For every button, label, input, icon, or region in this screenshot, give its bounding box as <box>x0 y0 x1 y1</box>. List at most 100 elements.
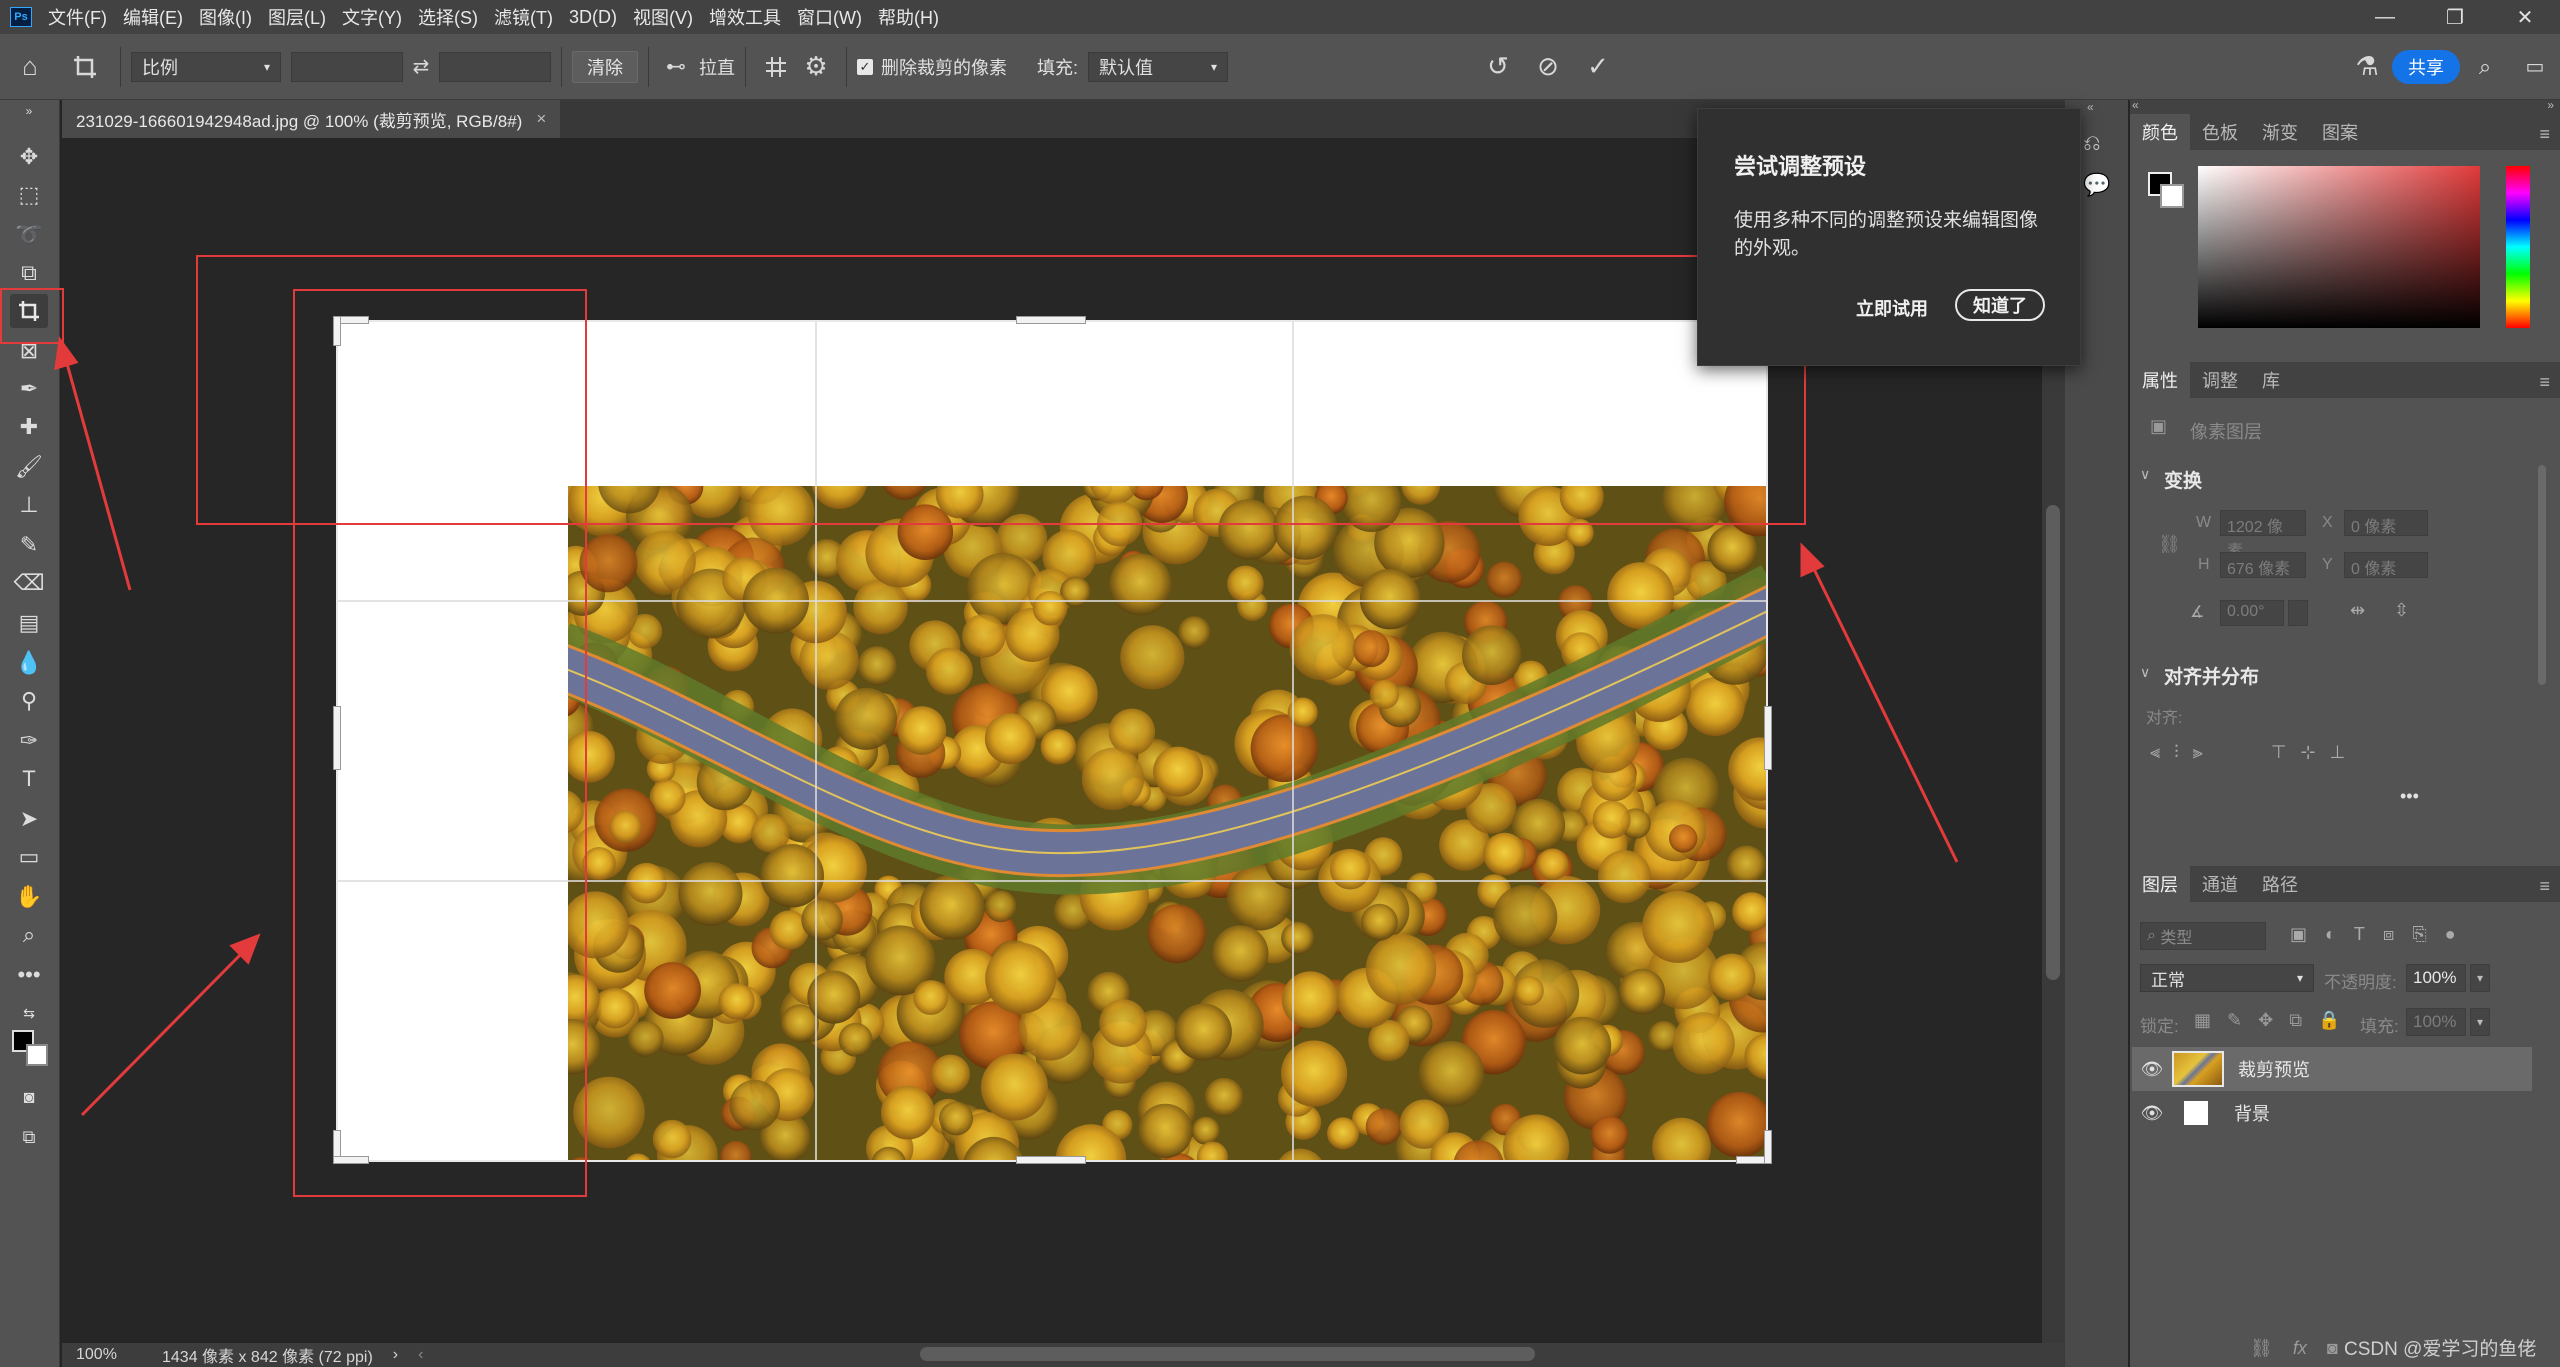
height-field[interactable]: 676 像素 <box>2220 552 2306 578</box>
layers-panel-tabs: 图层 通道 路径 ≡ <box>2130 866 2560 902</box>
lock-pixels-icon[interactable]: ✎ <box>2227 1010 2242 1031</box>
popup-body: 使用多种不同的调整预设来编辑图像的外观。 <box>1734 210 2039 259</box>
annotation-arrow <box>80 948 247 1117</box>
hue-slider[interactable] <box>2506 166 2530 328</box>
annotation-arrow-head <box>1800 542 1825 578</box>
panel-collapse-bar[interactable]: « » <box>2130 98 2560 114</box>
blend-mode-select[interactable]: 正常 ▾ <box>2140 964 2314 992</box>
vertical-scrollbar-thumb[interactable] <box>2046 505 2060 980</box>
document-info: 1434 像素 x 842 像素 (72 ppi) <box>162 1349 373 1366</box>
chevron-down-icon[interactable]: ∨ <box>2140 664 2150 681</box>
tab-channels[interactable]: 通道 <box>2190 866 2250 902</box>
collapse-strip-icon[interactable]: « <box>2087 100 2094 114</box>
annotation-arrow <box>1810 564 1959 863</box>
angle-field[interactable]: 0.00° <box>2220 600 2284 626</box>
align-center-h-icon[interactable]: ⫶ <box>2174 742 2179 763</box>
scroll-left-icon[interactable]: ‹ <box>418 1346 423 1364</box>
annotation-arrow-head <box>54 336 79 371</box>
color-panel-tabs: 颜色 色板 渐变 图案 ≡ <box>2130 114 2560 150</box>
layer-name[interactable]: 背景 <box>2234 1100 2270 1126</box>
tab-patterns[interactable]: 图案 <box>2310 114 2370 150</box>
width-field[interactable]: 1202 像素 <box>2220 510 2306 560</box>
horizontal-scrollbar-thumb[interactable] <box>920 1347 1535 1361</box>
layer-filter-type: 类型 <box>2160 930 2193 947</box>
align-top-icon[interactable]: ⊤ <box>2271 742 2287 763</box>
opacity-field[interactable]: 100% <box>2406 964 2466 992</box>
lock-position-icon[interactable]: ✥ <box>2258 1010 2273 1031</box>
opacity-label: 不透明度: <box>2324 973 2397 992</box>
search-icon: ⌕ <box>2147 927 2161 944</box>
tab-swatches[interactable]: 色板 <box>2190 114 2250 150</box>
filter-type-icon[interactable]: T <box>2354 924 2365 945</box>
align-distribute-header[interactable]: 对齐并分布 <box>2164 662 2259 689</box>
panel-menu-icon[interactable]: ≡ <box>2539 372 2550 393</box>
tab-layers[interactable]: 图层 <box>2130 866 2190 902</box>
x-field[interactable]: 0 像素 <box>2344 510 2428 536</box>
properties-scrollbar[interactable] <box>2538 465 2546 685</box>
collapse-panels-icon[interactable]: « <box>2132 98 2139 112</box>
tab-color[interactable]: 颜色 <box>2130 114 2190 150</box>
tab-paths[interactable]: 路径 <box>2250 866 2310 902</box>
filter-adjustment-icon[interactable]: ◐ <box>2325 924 2336 945</box>
align-center-v-icon[interactable]: ⊹ <box>2301 742 2316 763</box>
layer-name[interactable]: 裁剪预览 <box>2238 1056 2310 1082</box>
lock-all-icon[interactable]: 🔒 <box>2318 1010 2340 1031</box>
filter-pixel-icon[interactable]: ▣ <box>2290 924 2307 945</box>
blend-mode-value: 正常 <box>2151 970 2185 990</box>
status-info-arrow-icon[interactable]: › <box>393 1346 398 1364</box>
link-icon[interactable]: ⛓ <box>2158 534 2181 555</box>
opacity-dropdown[interactable]: ▾ <box>2470 964 2490 992</box>
link-layers-icon[interactable]: ⛓ <box>2250 1338 2273 1359</box>
chevron-down-icon: ▾ <box>2296 971 2303 985</box>
panel-menu-icon[interactable]: ≡ <box>2539 876 2550 897</box>
layer-row-background[interactable]: 👁 背景 <box>2132 1091 2532 1135</box>
eye-icon[interactable]: 👁 <box>2132 1103 2172 1124</box>
align-left-icon[interactable]: ⫷ <box>2150 742 2160 763</box>
align-bottom-icon[interactable]: ⊥ <box>2330 742 2346 763</box>
zoom-level[interactable]: 100% <box>76 1346 146 1364</box>
flip-horizontal-icon[interactable]: ⇹ <box>2350 600 2365 621</box>
w-label: W <box>2196 514 2212 531</box>
filter-smartobject-icon[interactable]: ⎘ <box>2412 924 2426 945</box>
y-field[interactable]: 0 像素 <box>2344 552 2428 578</box>
tab-properties[interactable]: 属性 <box>2130 362 2190 398</box>
popup-title: 尝试调整预设 <box>1734 154 1867 179</box>
lock-artboard-icon[interactable]: ⧉ <box>2289 1010 2302 1031</box>
chevron-down-icon[interactable]: ∨ <box>2140 466 2150 483</box>
angle-icon: ∡ <box>2190 604 2205 621</box>
fill-field[interactable]: 100% <box>2406 1008 2466 1036</box>
tab-gradients[interactable]: 渐变 <box>2250 114 2310 150</box>
annotation-arrow <box>64 359 132 591</box>
lock-transparency-icon[interactable]: ▦ <box>2194 1010 2211 1031</box>
x-label: X <box>2322 514 2333 531</box>
pixel-layer-icon: ▣ <box>2150 416 2168 436</box>
expand-panels-icon[interactable]: » <box>2547 98 2554 112</box>
background-color-chip[interactable] <box>2160 184 2184 208</box>
filter-toggle-icon[interactable]: ● <box>2445 924 2456 945</box>
comments-icon[interactable]: 💬 <box>2083 172 2110 198</box>
tab-libraries[interactable]: 库 <box>2250 362 2292 398</box>
eye-icon[interactable]: 👁 <box>2132 1059 2172 1080</box>
try-now-button[interactable]: 立即试用 <box>1856 295 1928 321</box>
got-it-button[interactable]: 知道了 <box>1955 289 2045 321</box>
filter-shape-icon[interactable]: ⧈ <box>2383 924 2394 945</box>
color-picker-field[interactable] <box>2198 166 2480 328</box>
panel-menu-icon[interactable]: ≡ <box>2539 124 2550 145</box>
transform-header[interactable]: 变换 <box>2164 466 2202 493</box>
layer-filter-select[interactable]: ⌕ 类型 <box>2140 922 2266 950</box>
align-right-icon[interactable]: ⫸ <box>2193 742 2203 763</box>
mask-icon[interactable]: ◙ <box>2327 1338 2338 1359</box>
lock-label: 锁定: <box>2140 1017 2179 1036</box>
fx-icon[interactable]: fx <box>2293 1338 2307 1359</box>
layer-type-label: 像素图层 <box>2190 422 2262 442</box>
align-buttons-row: ⫷ ⫶ ⫸ ⊤ ⊹ ⊥ <box>2150 742 2345 763</box>
align-label: 对齐: <box>2146 710 2183 727</box>
fill-dropdown[interactable]: ▾ <box>2470 1008 2490 1036</box>
more-options-icon[interactable]: ••• <box>2400 786 2419 807</box>
tab-adjustments[interactable]: 调整 <box>2190 362 2250 398</box>
flip-vertical-icon[interactable]: ⇳ <box>2394 600 2409 621</box>
layer-row-crop-preview[interactable]: 👁 裁剪预览 <box>2132 1047 2532 1091</box>
history-icon[interactable]: ⎌ <box>2083 130 2101 156</box>
angle-dropdown[interactable] <box>2288 600 2308 626</box>
layer-filter-icons: ▣ ◐ T ⧈ ⎘ ● <box>2290 924 2456 945</box>
